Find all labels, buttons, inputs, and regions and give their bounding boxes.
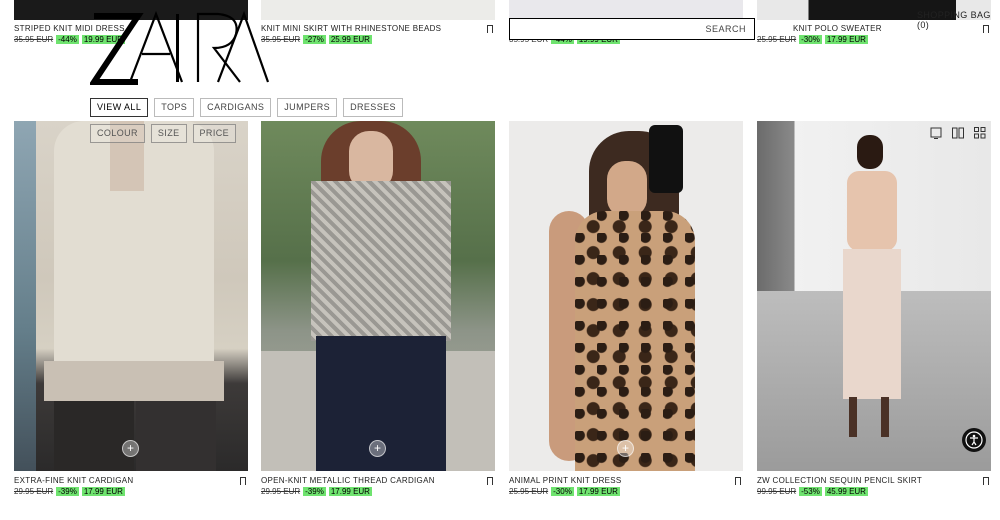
discount-badge: -30% [551,487,574,496]
product-name[interactable]: KNIT POLO SWEATER [793,24,882,33]
sale-price: 17.99 EUR [824,35,868,44]
add-to-cart-icon[interactable]: + [617,440,634,457]
old-price: 25.95 EUR [509,487,549,496]
bookmark-icon[interactable] [240,477,246,488]
filter-colour[interactable]: COLOUR [90,124,145,143]
sale-price: 45.99 EUR [824,487,868,496]
old-price: 99.95 EUR [757,487,797,496]
product-card[interactable]: + ANIMAL PRINT KNIT DRESS 25.95 EUR -30%… [509,121,743,496]
product-name[interactable]: KNIT MINI SKIRT WITH RHINESTONE BEADS [261,24,441,33]
bookmark-icon[interactable] [983,477,989,488]
grid-view-icon[interactable] [974,127,986,139]
product-image[interactable]: + [14,121,248,471]
discount-badge: -27% [303,35,326,44]
single-view-icon[interactable] [930,127,942,139]
filter-price[interactable]: PRICE [192,124,237,143]
product-price: 29.95 EUR -39% 17.99 EUR [261,487,372,496]
attribute-filters: COLOUR SIZE PRICE [90,124,237,143]
product-name[interactable]: EXTRA-FINE KNIT CARDIGAN [14,476,134,485]
discount-badge: -44% [56,35,79,44]
bookmark-icon[interactable] [487,25,493,36]
add-to-cart-icon[interactable]: + [122,440,139,457]
old-price: 25.95 EUR [757,35,797,44]
product-price: 25.95 EUR -30% 17.99 EUR [509,487,620,496]
search-label[interactable]: SEARCH [705,24,746,34]
product-card[interactable]: + OPEN-KNIT METALLIC THREAD CARDIGAN 29.… [261,121,495,496]
product-name[interactable]: ANIMAL PRINT KNIT DRESS [509,476,622,485]
add-to-cart-icon[interactable]: + [369,440,386,457]
top-product-card[interactable]: KNIT MINI SKIRT WITH RHINESTONE BEADS 35… [261,0,495,44]
product-card[interactable]: + EXTRA-FINE KNIT CARDIGAN 29.95 EUR -39… [14,121,248,496]
discount-badge: -53% [799,487,822,496]
product-name[interactable]: OPEN-KNIT METALLIC THREAD CARDIGAN [261,476,435,485]
shopping-bag-link[interactable]: SHOPPING BAG (0) [917,10,1000,30]
accessibility-button[interactable] [962,428,986,452]
zara-logo[interactable] [90,10,270,86]
product-price: 35.95 EUR -27% 25.99 EUR [261,35,372,44]
product-price: 99.95 EUR -53% 45.99 EUR [757,487,868,496]
discount-badge: -30% [799,35,822,44]
sale-price: 17.99 EUR [328,487,372,496]
filter-cardigans[interactable]: CARDIGANS [200,98,272,117]
filter-jumpers[interactable]: JUMPERS [277,98,338,117]
discount-badge: -39% [303,487,326,496]
top-product-card[interactable]: 35.95 EUR -44% 19.99 EUR [509,0,743,44]
old-price: 29.95 EUR [14,487,54,496]
old-price: 29.95 EUR [261,487,301,496]
filter-size[interactable]: SIZE [150,124,187,143]
category-filters: VIEW ALL TOPS CARDIGANS JUMPERS DRESSES [90,98,403,117]
bookmark-icon[interactable] [735,477,741,488]
discount-badge: -39% [56,487,79,496]
product-image[interactable] [261,0,495,20]
product-image[interactable] [757,121,991,471]
filter-view-all[interactable]: VIEW ALL [90,98,149,117]
product-name[interactable]: ZW COLLECTION SEQUIN PENCIL SKIRT [757,476,922,485]
product-card[interactable]: ZW COLLECTION SEQUIN PENCIL SKIRT 99.95 … [757,121,991,496]
sale-price: 25.99 EUR [328,35,372,44]
sale-price: 17.99 EUR [576,487,620,496]
grid-view-toggle [930,127,986,139]
filter-dresses[interactable]: DRESSES [343,98,403,117]
bookmark-icon[interactable] [487,477,493,488]
accessibility-icon [965,431,983,449]
filter-tops[interactable]: TOPS [154,98,195,117]
double-view-icon[interactable] [952,127,964,139]
sale-price: 17.99 EUR [81,487,125,496]
product-image[interactable]: + [261,121,495,471]
product-image[interactable]: + [509,121,743,471]
product-image[interactable] [509,0,743,20]
old-price: 35.95 EUR [14,35,54,44]
product-price: 25.95 EUR -30% 17.99 EUR [757,35,868,44]
search-box[interactable]: SEARCH [509,18,755,40]
product-price: 29.95 EUR -39% 17.99 EUR [14,487,125,496]
